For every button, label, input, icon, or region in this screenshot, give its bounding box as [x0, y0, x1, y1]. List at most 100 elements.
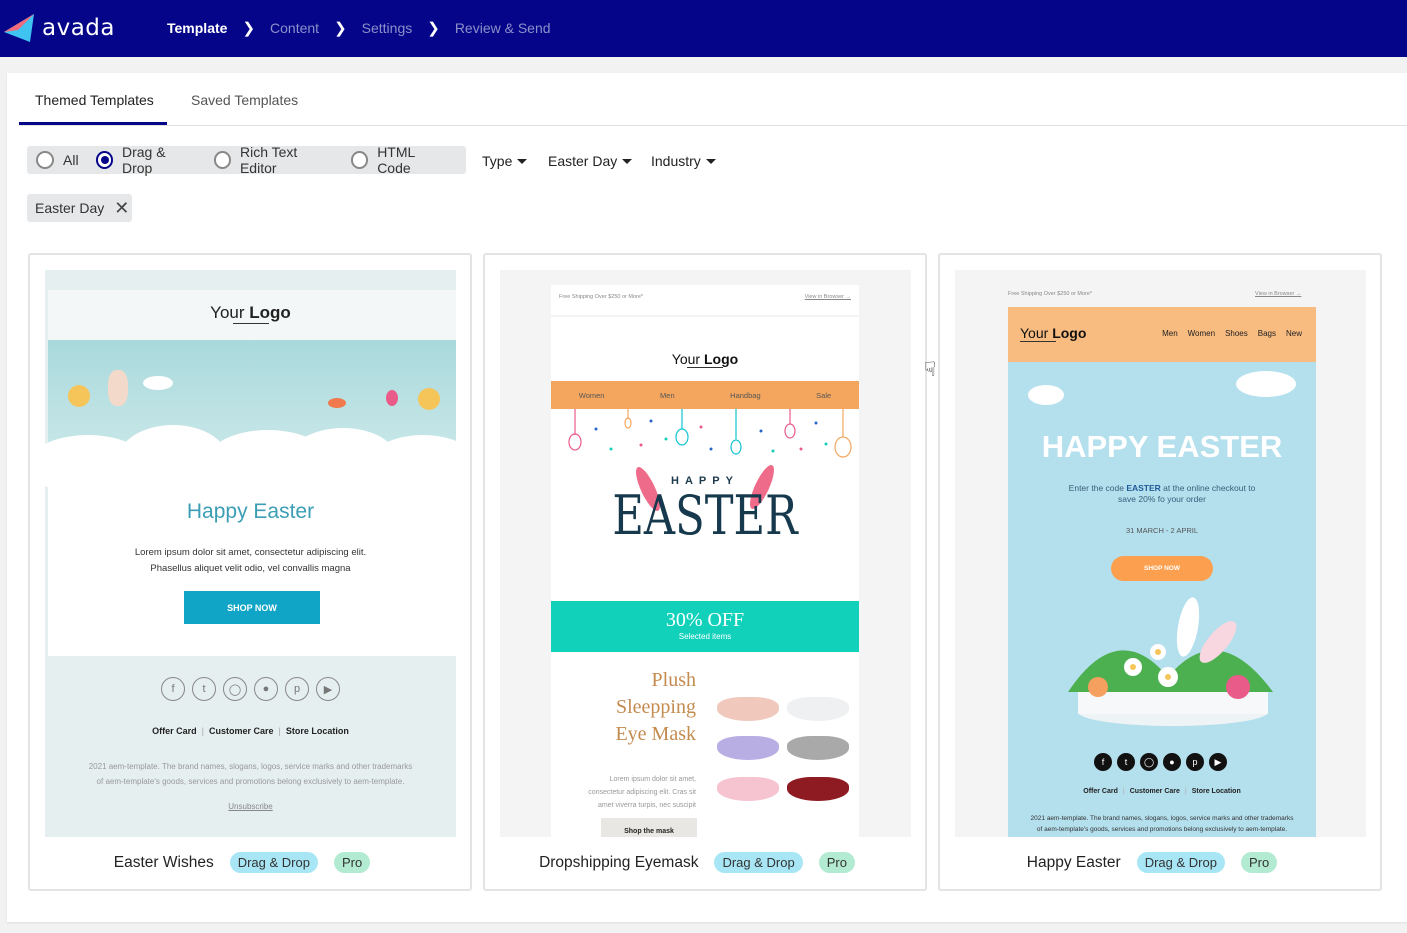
type-dropdown[interactable]: Type — [482, 153, 528, 169]
avada-logo[interactable]: avada — [4, 14, 115, 42]
twitter-icon: t — [1117, 753, 1135, 771]
wizard-steps: Template ❯ Content ❯ Settings ❯ Review &… — [167, 19, 551, 37]
easter-title: HAPPY EASTER — [612, 475, 798, 547]
legal-text: 2021 aem-template. The brand names, slog… — [88, 762, 413, 786]
chevron-right-icon: ❯ — [334, 20, 347, 37]
instagram-icon: ◯ — [1140, 753, 1158, 771]
active-tab-indicator — [19, 122, 167, 125]
footer-links: Offer Card | Customer Care | Store Location — [1083, 788, 1241, 795]
unsubscribe-link: Unsubscribe — [228, 802, 273, 811]
twitter-icon: t — [192, 677, 216, 701]
template-card[interactable]: Free Shipping Over $250 or More* View in… — [938, 253, 1382, 891]
template-name: Happy Easter — [1026, 853, 1121, 871]
template-preview[interactable]: Free Shipping Over $250 or More* View in… — [500, 270, 911, 837]
pinterest-icon: p — [1186, 753, 1204, 771]
occasion-dropdown[interactable]: Easter Day — [548, 153, 633, 169]
radio-circle[interactable] — [213, 151, 231, 169]
easter-basket-image — [1068, 597, 1273, 726]
preview-logo: Your Logo — [210, 303, 291, 324]
social-icons: f t ◯ ● p ▶ — [161, 677, 340, 701]
top-bar: avada Template ❯ Content ❯ Settings ❯ Re… — [0, 0, 1407, 57]
youtube-icon: ▶ — [1209, 753, 1227, 771]
hanging-eggs-decoration — [568, 409, 852, 458]
main-panel: Themed Templates Saved Templates All Dra… — [7, 73, 1407, 922]
radio-drag-drop[interactable]: Drag & Drop — [95, 144, 197, 176]
radio-rich-text-editor[interactable]: Rich Text Editor — [213, 144, 334, 176]
step-review-send[interactable]: Review & Send — [455, 20, 551, 36]
editor-badge: Drag & Drop — [229, 852, 318, 873]
caret-down-icon — [622, 158, 633, 164]
preview-logo: Your Logo — [671, 351, 739, 368]
template-card[interactable]: Free Shipping Over $250 or More* View in… — [483, 253, 927, 891]
cloud-image — [1236, 371, 1296, 397]
shop-the-mask-button: Shop the mask — [601, 818, 697, 837]
template-preview[interactable]: Your Logo Happy Easter Lorem ipsum dolor… — [45, 270, 456, 837]
radio-html-code[interactable]: HTML Code — [350, 144, 449, 176]
view-in-browser-link: View in Browser → — [804, 294, 851, 300]
eye-mask-image — [717, 736, 779, 760]
instagram-icon: ◯ — [223, 677, 247, 701]
radio-label: HTML Code — [377, 144, 415, 176]
cloud-image — [1028, 385, 1064, 405]
industry-dropdown[interactable]: Industry — [651, 153, 716, 169]
preview-nav: Men Women Shoes Bags New — [1162, 329, 1302, 338]
preview-heading: HAPPY EASTER — [1041, 429, 1283, 464]
step-settings[interactable]: Settings — [362, 20, 413, 36]
social-icons: f t ◯ ● p ▶ — [1094, 753, 1227, 771]
pro-badge: Pro — [333, 852, 371, 873]
eye-mask-image — [787, 736, 849, 760]
template-preview[interactable]: Free Shipping Over $250 or More* View in… — [955, 270, 1366, 837]
dropdown-label: Industry — [651, 153, 701, 169]
dropdown-label: Type — [482, 153, 513, 169]
radio-circle[interactable] — [36, 151, 54, 169]
preview-shop-now-button: SHOP NOW — [184, 591, 320, 624]
footer-links: Offer Card | Customer Care | Store Location — [152, 726, 349, 736]
radio-circle-selected[interactable] — [95, 151, 113, 169]
shipping-note: Free Shipping Over $250 or More* — [1008, 291, 1093, 297]
caret-down-icon — [517, 158, 528, 164]
radio-circle[interactable] — [350, 151, 369, 169]
legal-text: 2021 aem-template. The brand names, slog… — [1030, 815, 1294, 833]
tab-saved-templates[interactable]: Saved Templates — [191, 92, 298, 108]
dropdown-label: Easter Day — [548, 153, 618, 169]
card-footer: Happy Easter Drag & Drop Pro — [940, 852, 1380, 873]
chevron-right-icon: ❯ — [427, 20, 440, 37]
card-footer: Easter Wishes Drag & Drop Pro — [30, 852, 470, 873]
active-filter-chip: Easter Day ✕ — [27, 194, 132, 222]
template-name: Dropshipping Eyemask — [539, 853, 699, 871]
card-footer: Dropshipping Eyemask Drag & Drop Pro — [485, 852, 925, 873]
radio-label: All — [63, 152, 79, 168]
pro-badge: Pro — [818, 852, 855, 873]
preview-dates: 31 MARCH - 2 APRIL — [1125, 526, 1199, 535]
product-title: Plush Sleepping Eye Mask — [615, 669, 696, 745]
template-name: Easter Wishes — [113, 853, 214, 871]
eye-mask-image — [787, 777, 849, 801]
preview-nav: Women Men Handbag Sale — [551, 381, 859, 409]
offer-banner: 30% OFF Selected items — [551, 601, 859, 652]
eye-mask-image — [717, 697, 779, 721]
preview-logo: Your Logo — [1020, 325, 1087, 342]
pinterest-icon: p — [285, 677, 309, 701]
radio-label: Drag & Drop — [121, 144, 166, 176]
preview-text: Lorem ipsum dolor sit amet, consectetur … — [134, 547, 367, 574]
eye-mask-image — [717, 777, 779, 801]
preview-heading: Happy Easter — [186, 500, 315, 523]
pro-badge: Pro — [1240, 852, 1278, 873]
shipping-note: Free Shipping Over $250 or More* — [559, 294, 644, 300]
tab-themed-templates[interactable]: Themed Templates — [35, 92, 154, 108]
radio-label: Rich Text Editor — [239, 144, 298, 176]
chevron-right-icon: ❯ — [242, 20, 256, 37]
editor-badge: Drag & Drop — [714, 852, 803, 873]
product-text: Lorem ipsum dolor sit amet, consectetur a… — [588, 776, 696, 809]
avada-logo-icon — [4, 14, 34, 42]
facebook-icon: f — [1094, 753, 1112, 771]
preview-code-text: Enter the code EASTER at the online chec… — [1068, 483, 1256, 504]
snapchat-icon: ● — [254, 677, 278, 701]
step-content[interactable]: Content — [270, 20, 319, 36]
radio-all[interactable]: All — [36, 151, 79, 169]
step-template[interactable]: Template — [167, 20, 227, 36]
preview-shop-now-button: SHOP NOW — [1111, 556, 1213, 581]
template-card[interactable]: Your Logo Happy Easter Lorem ipsum dolor… — [28, 253, 472, 891]
close-icon[interactable]: ✕ — [114, 198, 129, 219]
hand-cursor-icon: ☟ — [924, 359, 937, 381]
